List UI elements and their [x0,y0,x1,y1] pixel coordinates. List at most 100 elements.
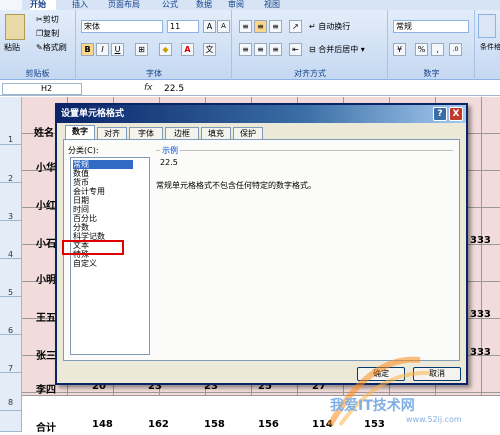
number-format-combo[interactable]: 常规 [393,20,469,33]
watermark-text: 我爱IT技术网 [330,398,415,414]
shrink-font-icon[interactable]: A [217,20,230,33]
border-icon[interactable]: ⊞ [135,43,148,56]
close-button[interactable]: X [449,107,463,121]
wrap-text-button[interactable]: ↵ 自动换行 [309,21,350,32]
cell-total[interactable]: 148 [92,419,113,430]
category-item[interactable]: 分数 [73,223,89,232]
align-right-icon[interactable]: ≡ [269,43,282,56]
align-top-icon[interactable]: ≡ [239,20,252,33]
alignment-group-label: 对齐方式 [294,69,326,78]
paste-button[interactable]: 粘贴 [4,42,20,53]
cell-name-header[interactable]: 姓名 [34,124,54,139]
cell-total[interactable]: 162 [148,419,169,430]
number-group: 常规 ¥ % , .0 数字 [389,10,475,80]
category-item[interactable]: 百分比 [73,214,97,223]
format-painter-button[interactable]: ✎格式刷 [36,42,67,53]
clipboard-group: 粘贴 ✂剪切 ❐复制 ✎格式刷 剪贴板 [0,10,76,80]
row-header-1[interactable]: 1 [0,97,22,145]
font-color-icon[interactable]: A [181,43,194,56]
cell-name[interactable]: 李四 [36,381,56,396]
conditional-format-icon[interactable] [478,14,496,38]
cut-button[interactable]: ✂剪切 [36,14,59,25]
align-middle-icon[interactable]: ≡ [254,20,267,33]
cell-name[interactable]: 小华 [36,159,56,174]
wrap-icon: ↵ [309,22,316,31]
row-header-5[interactable]: 5 [0,259,22,297]
category-item-custom[interactable]: 自定义 [73,259,97,268]
font-name-combo[interactable]: 宋体 [81,20,163,33]
tab-page-layout[interactable]: 页面布局 [108,0,140,10]
sample-label: 示例 [160,145,180,156]
category-item[interactable]: 日期 [73,196,89,205]
row-header-6[interactable]: 6 [0,297,22,335]
tab-review[interactable]: 审阅 [228,0,244,10]
cell-name[interactable]: 小石 [36,235,56,250]
brush-icon: ✎ [36,43,43,52]
orientation-icon[interactable]: ↗ [289,20,302,33]
copy-button[interactable]: ❐复制 [36,28,59,39]
conditional-format-label[interactable]: 条件格 [480,42,500,53]
align-center-icon[interactable]: ≡ [254,43,267,56]
tab-data[interactable]: 数据 [196,0,212,10]
ribbon-tab-strip: 开始 插入 页面布局 公式 数据 审阅 视图 [0,0,500,10]
category-item[interactable]: 会计专用 [73,187,105,196]
dialog-title[interactable]: 设置单元格格式 [57,105,466,123]
bold-button[interactable]: B [81,43,94,56]
row-header-4[interactable]: 4 [0,221,22,259]
merge-center-button[interactable]: ⊟ 合并后居中 ▾ [309,44,365,55]
row-header-2[interactable]: 2 [0,145,22,183]
grow-font-icon[interactable]: A [203,20,216,33]
tab-formulas[interactable]: 公式 [162,0,178,10]
cell-value[interactable]: 333 [470,309,491,320]
scissors-icon: ✂ [36,15,43,24]
percent-button[interactable]: % [415,43,428,56]
indent-icon[interactable]: ⇤ [289,43,302,56]
office-button[interactable] [0,0,22,10]
italic-button[interactable]: I [96,43,109,56]
cell-name[interactable]: 小明 [36,271,56,286]
font-size-combo[interactable]: 11 [167,20,199,33]
category-item[interactable]: 货币 [73,178,89,187]
phonetic-icon[interactable]: 文 [203,43,216,56]
formula-input[interactable]: 22.5 [164,83,184,95]
font-group: 宋体 11 A A B I U ⊞ ◆ A 文 字体 [77,10,232,80]
row-header-3[interactable]: 3 [0,183,22,221]
help-button[interactable]: ? [433,107,447,121]
category-item[interactable]: 时间 [73,205,89,214]
cell-name[interactable]: 王五 [36,309,56,324]
paste-icon[interactable] [5,14,25,40]
watermark: 我爱IT技术网 www.52ij.com [310,345,500,432]
tab-number[interactable]: 数字 [65,125,95,140]
font-group-label: 字体 [146,69,162,78]
cell-total[interactable]: 156 [258,419,279,430]
tab-home[interactable]: 开始 [30,0,56,10]
comma-button[interactable]: , [431,43,444,56]
cell-total[interactable]: 158 [204,419,225,430]
row-header-9[interactable] [0,411,22,432]
category-list[interactable]: 常规 数值 货币 会计专用 日期 时间 百分比 分数 科学记数 文本 特殊 自定… [70,157,150,355]
category-item[interactable]: 常规 [73,160,133,169]
format-description: 常规单元格格式不包含任何特定的数字格式。 [156,181,316,190]
align-bottom-icon[interactable]: ≡ [269,20,282,33]
align-left-icon[interactable]: ≡ [239,43,252,56]
cell-value[interactable]: 333 [470,235,491,246]
fill-color-icon[interactable]: ◆ [159,43,172,56]
watermark-logo [327,356,431,427]
alignment-group: ≡ ≡ ≡ ↗ ↵ 自动换行 ≡ ≡ ≡ ⇤ ⊟ 合并后居中 ▾ 对齐方式 [233,10,388,80]
increase-decimal-icon[interactable]: .0 [449,43,462,56]
currency-icon[interactable]: ¥ [393,43,406,56]
tab-insert[interactable]: 插入 [72,0,88,10]
underline-button[interactable]: U [111,43,124,56]
tab-view[interactable]: 视图 [264,0,280,10]
function-icon[interactable]: fx [144,83,156,93]
row-header-7[interactable]: 7 [0,335,22,373]
cell-name[interactable]: 张三 [36,347,56,362]
category-item[interactable]: 数值 [73,169,89,178]
number-group-label: 数字 [423,69,440,78]
clipboard-group-label: 剪贴板 [25,69,50,78]
name-box[interactable]: H2 [2,83,82,95]
highlight-box [62,240,124,255]
cell-name[interactable]: 小红 [36,197,56,212]
sample-value: 22.5 [160,158,178,167]
row-header-8[interactable]: 8 [0,373,22,411]
